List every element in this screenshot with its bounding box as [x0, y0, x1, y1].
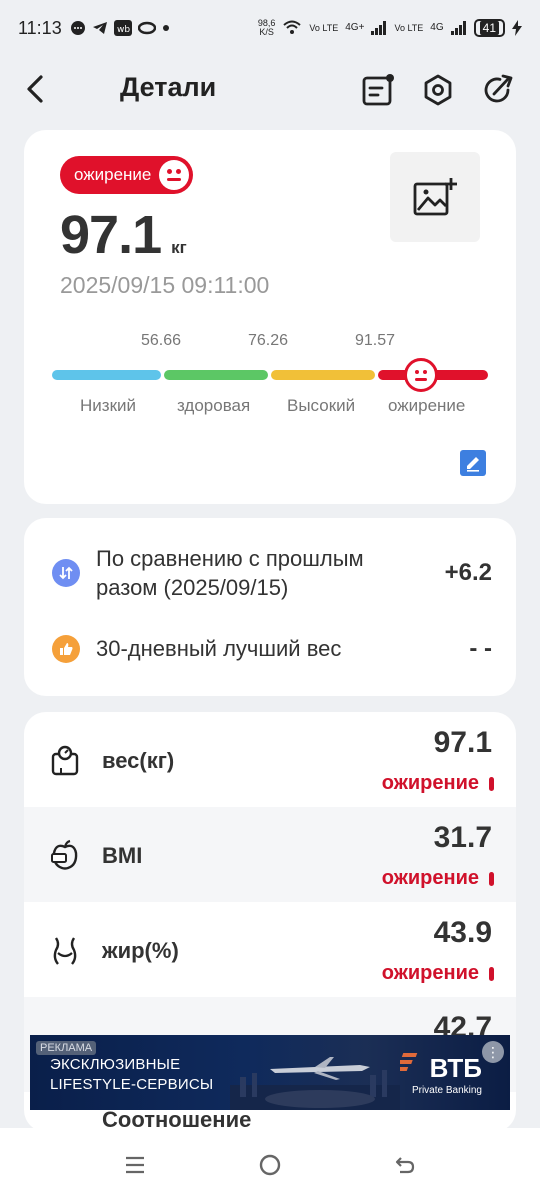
ad-headline: ЭКСКЛЮЗИВНЫЕ LIFESTYLE-СЕРВИСЫ: [50, 1056, 214, 1093]
ad-jet-image: [230, 1057, 400, 1110]
best-weight-label: 30-дневный лучший вес: [96, 636, 342, 661]
signal-icon-2: [450, 21, 466, 35]
add-photo-button[interactable]: [390, 152, 480, 242]
home-circle-icon: [259, 1154, 281, 1176]
metric-value: 31.7: [433, 821, 492, 854]
weight-display: 97.1 кг: [60, 204, 187, 266]
wifi-icon: [283, 20, 302, 34]
body-fat-icon: [53, 937, 77, 965]
back-arrow-icon: [395, 1157, 415, 1174]
status-indicator: [489, 776, 494, 791]
network-label-4: 4G: [430, 22, 444, 33]
battery-indicator: 41: [473, 19, 505, 37]
status-time: 11:13: [18, 17, 62, 38]
back-nav-button[interactable]: [390, 1150, 420, 1180]
bmi-icon: [51, 839, 78, 870]
scale-icon: [51, 745, 79, 776]
ozon-icon: [137, 21, 156, 35]
recent-apps-button[interactable]: [120, 1150, 150, 1180]
threshold-high: 91.57: [355, 332, 396, 349]
metric-name: BMI: [102, 843, 143, 868]
system-nav-bar: [0, 1128, 540, 1200]
ad-brand-subtitle: Private Banking: [411, 1085, 482, 1096]
notes-button[interactable]: [360, 72, 396, 108]
scale-segment-high: [271, 370, 375, 380]
range-thresholds: 56.66 76.26 91.57: [24, 332, 516, 352]
current-position-marker: [404, 358, 438, 392]
status-badge: ожирение: [60, 156, 194, 194]
more-notifications-icon: [162, 25, 169, 31]
metric-name: жир(%): [102, 938, 179, 963]
best-weight-value: - -: [469, 634, 492, 662]
wildberries-icon: wb: [113, 20, 132, 36]
notes-icon: [362, 74, 394, 106]
metric-value: 43.9: [433, 916, 492, 949]
previous-comparison-row: По сравнению с прошлым разом (2025/09/15…: [52, 544, 492, 602]
metric-status: ожирение: [382, 867, 494, 890]
network-speed: 98,6 K/S: [257, 18, 276, 37]
category-high: Высокий: [287, 396, 356, 415]
signal-icon: [371, 21, 387, 35]
ad-label: РЕКЛАМА: [36, 1041, 97, 1055]
menu-icon: [126, 1156, 144, 1174]
add-image-icon: [413, 178, 457, 216]
threshold-low: 56.66: [141, 332, 182, 349]
category-obese: ожирение: [388, 396, 466, 415]
svg-text:wb: wb: [117, 25, 130, 35]
share-icon: [484, 74, 513, 103]
status-indicator: [489, 966, 494, 981]
ad-more-icon[interactable]: ⋮: [482, 1041, 504, 1063]
metric-status: ожирение: [382, 772, 494, 795]
ad-banner[interactable]: РЕКЛАМА ЭКСКЛЮЗИВНЫЕ LIFESTYLE-СЕРВИСЫ В…: [30, 1035, 510, 1110]
weight-summary-card: ожирение 97.1 кг 2025/09/15 09:11:00 56.…: [24, 130, 516, 504]
threshold-healthy: 76.26: [248, 332, 289, 349]
category-healthy: здоровая: [177, 396, 251, 415]
best-weight-row: 30-дневный лучший вес - -: [52, 634, 492, 663]
measurement-datetime: 2025/09/15 09:11:00: [60, 272, 270, 298]
previous-comparison-value: +6.2: [444, 559, 492, 586]
share-button[interactable]: [480, 72, 516, 108]
edit-pencil-icon: [467, 457, 479, 472]
vtb-logo-stripes: [400, 1053, 418, 1071]
chevron-left-icon: [27, 75, 43, 103]
weight-range-scale: [52, 358, 488, 392]
status-indicator: [489, 871, 494, 886]
settings-button[interactable]: [420, 72, 456, 108]
network-label-2: 4G+: [345, 22, 365, 33]
category-low: Низкий: [80, 396, 136, 415]
neutral-face-icon: [159, 160, 190, 190]
network-label-1: Vo LTE: [309, 22, 339, 33]
edit-button[interactable]: [460, 450, 486, 476]
home-button[interactable]: [255, 1150, 285, 1180]
status-badge-label: ожирение: [74, 165, 152, 184]
ad-brand: ВТБ: [429, 1053, 482, 1083]
scale-segment-low: [52, 370, 161, 380]
telegram-icon: [92, 22, 107, 34]
metric-value: 97.1: [433, 726, 492, 759]
charging-icon: [512, 20, 522, 36]
thumbs-up-icon: [52, 634, 80, 663]
back-button[interactable]: [20, 72, 50, 106]
weight-unit: кг: [171, 238, 187, 257]
metric-row-body-fat[interactable]: жир(%) 43.9 ожирение: [24, 902, 516, 997]
metric-row-bmi[interactable]: BMI 31.7 ожирение: [24, 807, 516, 902]
chat-icon: [70, 21, 85, 35]
top-bar: Детали: [0, 60, 540, 118]
scale-segment-healthy: [164, 370, 268, 380]
page-title: Детали: [120, 72, 217, 102]
metric-row-weight[interactable]: вес(кг) 97.1 ожирение: [24, 712, 516, 807]
metric-name: вес(кг): [102, 748, 175, 773]
network-label-3: Vo LTE: [394, 22, 424, 33]
hexagon-settings-icon: [424, 74, 452, 106]
comparison-card: По сравнению с прошлым разом (2025/09/15…: [24, 518, 516, 696]
compare-arrows-icon: [52, 559, 80, 587]
notification-icons: wb: [70, 20, 170, 36]
previous-comparison-label: По сравнению с прошлым разом (2025/09/15…: [96, 546, 364, 600]
metric-status: ожирение: [382, 962, 494, 985]
status-bar: 11:13 wb 98,6 K/S Vo LTE 4G+ Vo LTE 4G 41: [0, 0, 540, 56]
weight-value: 97.1: [60, 205, 162, 265]
